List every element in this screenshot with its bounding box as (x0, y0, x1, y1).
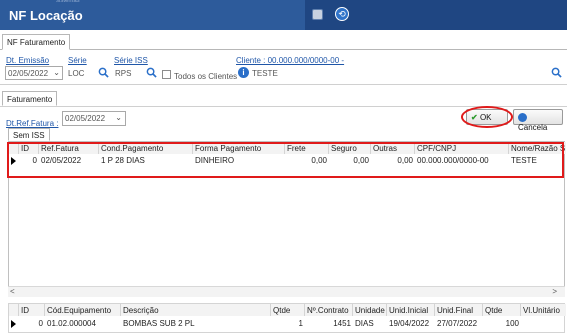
cell-vl-unitario (521, 317, 566, 329)
refresh-icon[interactable]: ⟲ (335, 7, 349, 21)
cliente-label: Cliente : 00.000.000/0000-00 - (236, 56, 345, 65)
scroll-left-icon[interactable]: < (10, 287, 15, 296)
dt-ref-fatura-field[interactable]: 02/05/2022 ⌄ (62, 111, 126, 126)
cell-contrato: 1451 (333, 319, 351, 328)
equipamentos-grid[interactable]: ID Cód.Equipamento Descrição Qtde Nº.Con… (8, 303, 566, 333)
cell-unid-final: 27/07/2022 (437, 319, 478, 328)
cancel-icon (518, 113, 527, 122)
ok-highlight-ring (461, 106, 513, 128)
search-icon[interactable] (98, 67, 109, 78)
column-header[interactable]: Qtde (271, 304, 305, 316)
chevron-down-icon[interactable]: ⌄ (115, 113, 122, 122)
tab-faturamento[interactable]: Faturamento (2, 91, 58, 106)
faturamento-tabstrip: Faturamento (0, 91, 567, 106)
header-divider (0, 84, 567, 85)
cliente-value: TESTE (252, 69, 278, 78)
column-header[interactable]: Vl.Unitário (521, 304, 566, 316)
dt-ref-fatura-label: Dt.Ref.Fatura : (6, 119, 59, 128)
info-icon[interactable]: i (238, 67, 249, 78)
cell-unid-inicial: 19/04/2022 (389, 319, 430, 328)
column-header[interactable]: ID (19, 304, 45, 316)
column-header[interactable]: Nº.Contrato (305, 304, 353, 316)
column-header[interactable]: Unid.Final (435, 304, 483, 316)
serie-iss-label: Série ISS (114, 56, 148, 65)
column-header[interactable]: Descrição (121, 304, 271, 316)
cell-descricao: BOMBAS SUB 2 PL (123, 319, 195, 328)
serie-iss-value: RPS (115, 69, 132, 78)
search-icon[interactable] (146, 67, 157, 78)
tab-sem-iss[interactable]: Sem ISS (8, 128, 50, 141)
cancel-label: Cancela (518, 123, 548, 132)
todos-clientes-checkbox[interactable] (162, 70, 171, 79)
column-header[interactable]: Qtde (483, 304, 521, 316)
tab-nf-faturamento[interactable]: NF Faturamento (2, 34, 71, 50)
title-bar: sistemas NF Locação ⟲ (0, 0, 567, 30)
cell-unidade: DIAS (355, 319, 374, 328)
horizontal-scrollbar[interactable]: < > (8, 286, 565, 297)
grid-corner (9, 304, 19, 316)
column-header[interactable]: Unid.Inicial (387, 304, 435, 316)
cell-qtde2: 100 (505, 319, 519, 328)
dt-emissao-label: Dt. Emissão (6, 56, 50, 65)
serie-value: LOC (68, 69, 85, 78)
dt-ref-fatura-value: 02/05/2022 (65, 114, 106, 123)
search-icon[interactable] (551, 67, 562, 78)
dt-emissao-field[interactable]: 02/05/2022 ⌄ (5, 66, 63, 80)
window-title: NF Locação (9, 8, 83, 23)
serie-label: Série (68, 56, 87, 65)
grid-highlight-box (7, 142, 564, 178)
dt-emissao-value: 02/05/2022 (8, 69, 49, 78)
cancel-button[interactable]: Cancela (513, 109, 563, 132)
chevron-down-icon[interactable]: ⌄ (53, 68, 60, 77)
cell-qtde: 1 (298, 319, 303, 328)
row-indicator-icon (11, 320, 16, 328)
column-header[interactable]: Cód.Equipamento (45, 304, 121, 316)
cell-cod-equipamento: 01.02.000004 (47, 319, 96, 328)
scroll-right-icon[interactable]: > (552, 287, 557, 296)
cell-id: 0 (38, 319, 43, 328)
title-ghost-text: sistemas (56, 0, 80, 4)
column-header[interactable]: Unidade (353, 304, 387, 316)
todos-clientes-label: Todos os Clientes (174, 72, 238, 81)
minimize-icon[interactable] (312, 9, 323, 20)
main-tabstrip: NF Faturamento (0, 34, 567, 50)
